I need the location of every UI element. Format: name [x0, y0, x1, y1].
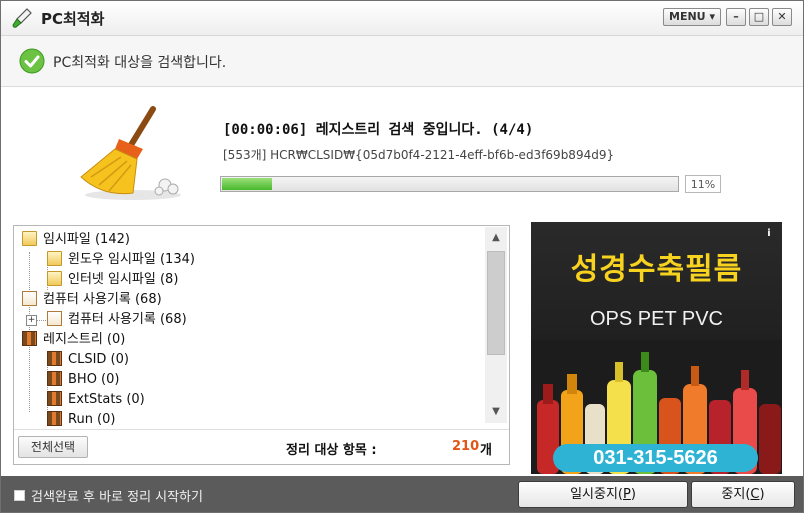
tree-footer: 전체선택 정리 대상 항목 : 210 개 [14, 429, 509, 465]
folder-icon [47, 251, 62, 266]
pause-button[interactable]: 일시중지(P) [518, 481, 688, 508]
registry-icon [47, 351, 62, 366]
bottom-bar: 검색완료 후 바로 정리 시작하기 일시중지(P) 중지(C) [1, 476, 803, 512]
result-tree[interactable]: 임시파일 (142) 윈도우 임시파일 (134) 인터넷 임시파일 (8) 컴… [14, 230, 484, 426]
tree-item-extstats[interactable]: ExtStats (0) [47, 390, 145, 410]
tree-item-temp-files[interactable]: 임시파일 (142) [22, 230, 130, 250]
cleanup-count-unit: 개 [480, 443, 492, 458]
tree-item-internet-temp[interactable]: 인터넷 임시파일 (8) [47, 270, 178, 290]
tree-guide-line [36, 320, 46, 321]
registry-icon [47, 371, 62, 386]
pause-button-label: 일시중지( [570, 487, 623, 502]
status-header: PC최적화 대상을 검색합니다. [1, 36, 803, 87]
ad-subtitle: OPS PET PVC [589, 308, 723, 330]
history-icon [47, 311, 62, 326]
app-window: PC최적화 MENU ▾ – □ ✕ PC최적화 대상을 검색합니다. [00:… [0, 0, 804, 513]
ad-phone-number: 031-315-5626 [553, 444, 758, 472]
maximize-button[interactable]: □ [749, 8, 769, 26]
progress-title: [00:00:06] 레지스트리 검색 중입니다. (4/4) [223, 122, 534, 138]
tree-item-clsid[interactable]: CLSID (0) [47, 350, 129, 370]
ad-title: 성경수축필름 [570, 252, 743, 287]
auto-clean-checkbox[interactable] [14, 490, 25, 501]
progress-percent: 11% [685, 175, 721, 193]
tree-expand-toggle[interactable]: + [26, 315, 37, 326]
tree-item-label: 인터넷 임시파일 (8) [68, 272, 179, 287]
result-tree-panel: 임시파일 (142) 윈도우 임시파일 (134) 인터넷 임시파일 (8) 컴… [13, 225, 510, 465]
tree-item-windows-temp[interactable]: 윈도우 임시파일 (134) [47, 250, 195, 270]
tree-item-label: CLSID (0) [68, 352, 129, 367]
advertisement-banner[interactable]: i 성경수축필름 OPS PET PVC 031-315-5626 [531, 222, 782, 474]
progress-bar [220, 176, 679, 192]
stop-shortcut-key: C [750, 487, 760, 502]
cleanup-count-label: 정리 대상 항목 : [286, 443, 377, 458]
select-all-button[interactable]: 전체선택 [18, 436, 88, 458]
tree-item-registry[interactable]: 레지스트리 (0) [22, 330, 125, 350]
close-button[interactable]: ✕ [772, 8, 792, 26]
auto-clean-label[interactable]: 검색완료 후 바로 정리 시작하기 [31, 486, 203, 505]
tree-item-label: 윈도우 임시파일 (134) [68, 252, 195, 267]
registry-icon [22, 331, 37, 346]
cleanup-count-value: 210 [452, 439, 480, 454]
tree-item-label: 레지스트리 (0) [43, 332, 126, 347]
window-title: PC최적화 [41, 10, 105, 28]
scroll-thumb[interactable] [487, 251, 505, 355]
stop-button-label-close: ) [759, 487, 765, 502]
registry-icon [47, 411, 62, 426]
tree-item-history-child[interactable]: 컴퓨터 사용기록 (68) [47, 310, 187, 330]
history-icon [22, 291, 37, 306]
stop-button-label: 중지( [721, 487, 751, 502]
check-icon [19, 48, 45, 74]
stop-button[interactable]: 중지(C) [691, 481, 795, 508]
tree-item-bho[interactable]: BHO (0) [47, 370, 119, 390]
tree-item-label: 컴퓨터 사용기록 (68) [43, 292, 162, 307]
brush-icon [12, 8, 32, 28]
pause-button-label-close: ) [630, 487, 636, 502]
folder-icon [22, 231, 37, 246]
folder-icon [47, 271, 62, 286]
tree-item-label: 컴퓨터 사용기록 (68) [68, 312, 187, 327]
menu-button[interactable]: MENU ▾ [663, 8, 721, 26]
progress-path: [553개] HCR₩CLSID₩{05d7b0f4-2121-4eff-bf6… [223, 148, 615, 162]
status-message: PC최적화 대상을 검색합니다. [53, 55, 227, 71]
tree-scrollbar[interactable]: ▲ ▼ [485, 227, 507, 423]
minimize-button[interactable]: – [726, 8, 746, 26]
tree-item-run[interactable]: Run (0) [47, 410, 115, 426]
tree-item-label: Run (0) [68, 412, 116, 426]
pause-shortcut-key: P [623, 487, 631, 502]
tree-item-label: ExtStats (0) [68, 392, 145, 407]
registry-icon [47, 391, 62, 406]
tree-item-history[interactable]: 컴퓨터 사용기록 (68) [22, 290, 162, 310]
progress-fill [222, 178, 273, 190]
tree-item-label: BHO (0) [68, 372, 120, 387]
broom-icon [80, 106, 181, 200]
title-bar[interactable]: PC최적화 MENU ▾ – □ ✕ [1, 1, 803, 36]
scroll-up-arrow-icon[interactable]: ▲ [485, 229, 507, 247]
ad-info-icon[interactable]: i [764, 228, 774, 240]
tree-item-label: 임시파일 (142) [43, 232, 130, 247]
scroll-down-arrow-icon[interactable]: ▼ [485, 403, 507, 421]
